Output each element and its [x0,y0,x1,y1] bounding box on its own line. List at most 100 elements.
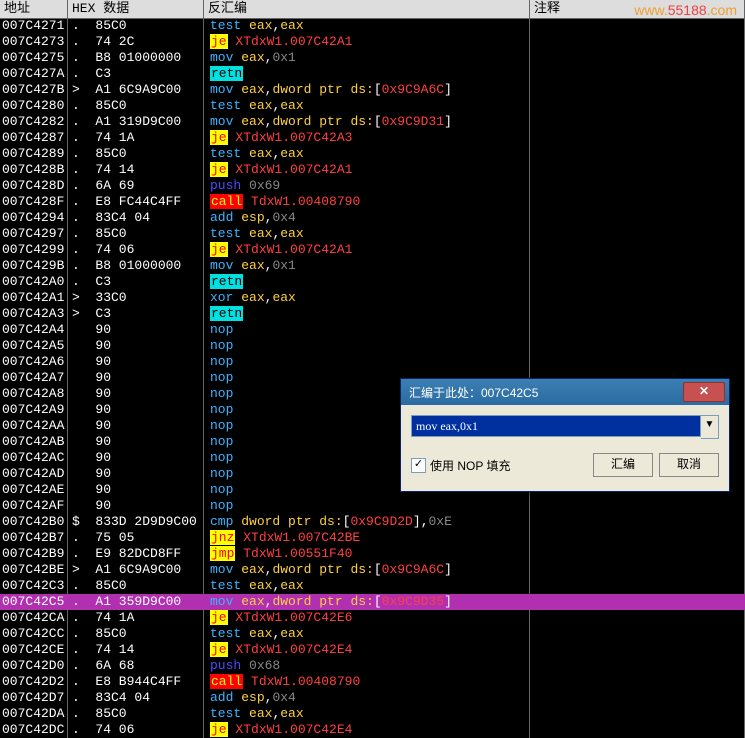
dialog-titlebar[interactable]: 汇编于此处：007C42C5 ✕ [401,379,729,405]
table-row[interactable]: 007C42D7. 83C4 04add esp,0x4 [0,690,745,706]
table-row[interactable]: 007C42A1> 33C0xor eax,eax [0,290,745,306]
table-row[interactable]: 007C428F. E8 FC44C4FFcall TdxW1.00408790 [0,194,745,210]
cell-disassembly: nop [208,498,531,514]
table-row[interactable]: 007C42DC. 74 06je XTdxW1.007C42E4 [0,722,745,738]
cell-address: 007C42A0 [0,274,70,290]
cell-address: 007C42D2 [0,674,70,690]
cell-disassembly: test eax,eax [208,98,531,114]
cell-disassembly: mov eax,dword ptr ds:[0x9C9D35] [208,594,531,610]
cell-disassembly: xor eax,eax [208,290,531,306]
table-row[interactable]: 007C428B. 74 14je XTdxW1.007C42A1 [0,162,745,178]
table-row[interactable]: 007C42C5. A1 359D9C00mov eax,dword ptr d… [0,594,745,610]
table-row[interactable]: 007C42BE> A1 6C9A9C00mov eax,dword ptr d… [0,562,745,578]
cell-address: 007C4280 [0,98,70,114]
cell-address: 007C4299 [0,242,70,258]
cell-note [531,130,745,146]
table-row[interactable]: 007C42CC. 85C0test eax,eax [0,626,745,642]
cell-address: 007C42A4 [0,322,70,338]
cell-address: 007C42DC [0,722,70,738]
table-row[interactable]: 007C42D0. 6A 68push 0x68 [0,658,745,674]
table-row[interactable]: 007C42DA. 85C0test eax,eax [0,706,745,722]
cell-disassembly: mov eax,dword ptr ds:[0x9C9A6C] [208,82,531,98]
table-row[interactable]: 007C42D2. E8 B944C4FFcall TdxW1.00408790 [0,674,745,690]
close-icon[interactable]: ✕ [683,382,725,402]
cell-hex: $ 833D 2D9D9C00 [70,514,208,530]
cell-note [531,322,745,338]
table-row[interactable]: 007C4299. 74 06je XTdxW1.007C42A1 [0,242,745,258]
cell-disassembly: add esp,0x4 [208,690,531,706]
table-row[interactable]: 007C4275. B8 01000000mov eax,0x1 [0,50,745,66]
table-row[interactable]: 007C42CE. 74 14je XTdxW1.007C42E4 [0,642,745,658]
cell-address: 007C42A6 [0,354,70,370]
cell-disassembly: call TdxW1.00408790 [208,674,531,690]
table-row[interactable]: 007C4282. A1 319D9C00mov eax,dword ptr d… [0,114,745,130]
cell-hex: 90 [70,386,208,402]
cell-address: 007C42C3 [0,578,70,594]
table-row[interactable]: 007C4294. 83C4 04add esp,0x4 [0,210,745,226]
cell-address: 007C42A5 [0,338,70,354]
cell-note [531,18,745,34]
cell-disassembly: test eax,eax [208,146,531,162]
cell-hex: . 85C0 [70,578,208,594]
table-row[interactable]: 007C4273. 74 2Cje XTdxW1.007C42A1 [0,34,745,50]
nop-fill-checkbox[interactable]: ✓ [411,458,426,473]
cell-hex: . 83C4 04 [70,210,208,226]
assembly-input[interactable] [411,415,701,437]
cell-hex: 90 [70,354,208,370]
cell-note [531,642,745,658]
cancel-button[interactable]: 取消 [659,453,719,477]
cell-address: 007C42BE [0,562,70,578]
assemble-dialog: 汇编于此处：007C42C5 ✕ ▼ ✓ 使用 NOP 填充 汇编 取消 [400,378,730,492]
cell-address: 007C42CE [0,642,70,658]
cell-hex: . 74 14 [70,642,208,658]
table-row[interactable]: 007C42A0. C3retn [0,274,745,290]
header-disassembly: 反汇编 [204,0,529,19]
header-hex: HEX 数据 [68,0,203,19]
cell-note [531,338,745,354]
cell-note [531,706,745,722]
cell-hex: . 6A 68 [70,658,208,674]
cell-address: 007C4271 [0,18,70,34]
cell-address: 007C42A9 [0,402,70,418]
cell-address: 007C42B7 [0,530,70,546]
cell-hex: 90 [70,370,208,386]
table-row[interactable]: 007C4289. 85C0test eax,eax [0,146,745,162]
table-row[interactable]: 007C42C3. 85C0test eax,eax [0,578,745,594]
table-row[interactable]: 007C427A. C3retn [0,66,745,82]
table-row[interactable]: 007C4297. 85C0test eax,eax [0,226,745,242]
cell-disassembly: je XTdxW1.007C42A1 [208,242,531,258]
table-row[interactable]: 007C42A5 90nop [0,338,745,354]
cell-hex: > C3 [70,306,208,322]
watermark: www.55188.com [634,2,737,18]
table-row[interactable]: 007C427B> A1 6C9A9C00mov eax,dword ptr d… [0,82,745,98]
table-row[interactable]: 007C42AF 90nop [0,498,745,514]
table-row[interactable]: 007C428D. 6A 69push 0x69 [0,178,745,194]
cell-hex: . 74 06 [70,242,208,258]
table-row[interactable]: 007C4287. 74 1Aje XTdxW1.007C42A3 [0,130,745,146]
cell-address: 007C427A [0,66,70,82]
table-row[interactable]: 007C42A3> C3retn [0,306,745,322]
table-row[interactable]: 007C4280. 85C0test eax,eax [0,98,745,114]
table-row[interactable]: 007C42B0$ 833D 2D9D9C00cmp dword ptr ds:… [0,514,745,530]
table-row[interactable]: 007C42CA. 74 1Aje XTdxW1.007C42E6 [0,610,745,626]
table-row[interactable]: 007C42B7. 75 05jnz XTdxW1.007C42BE [0,530,745,546]
table-row[interactable]: 007C42B9. E9 82DCD8FFjmp TdxW1.00551F40 [0,546,745,562]
cell-hex: . B8 01000000 [70,50,208,66]
cell-note [531,210,745,226]
cell-hex: . 83C4 04 [70,690,208,706]
dropdown-icon[interactable]: ▼ [701,415,719,439]
cell-disassembly: je XTdxW1.007C42A3 [208,130,531,146]
table-row[interactable]: 007C429B. B8 01000000mov eax,0x1 [0,258,745,274]
cell-hex: . 74 1A [70,130,208,146]
cell-disassembly: test eax,eax [208,578,531,594]
cell-hex: 90 [70,338,208,354]
table-row[interactable]: 007C42A6 90nop [0,354,745,370]
assemble-button[interactable]: 汇编 [593,453,653,477]
cell-address: 007C42C5 [0,594,70,610]
table-row[interactable]: 007C42A4 90nop [0,322,745,338]
cell-hex: > 33C0 [70,290,208,306]
cell-hex: . 75 05 [70,530,208,546]
cell-address: 007C42D7 [0,690,70,706]
table-row[interactable]: 007C4271. 85C0test eax,eax [0,18,745,34]
cell-address: 007C42B9 [0,546,70,562]
